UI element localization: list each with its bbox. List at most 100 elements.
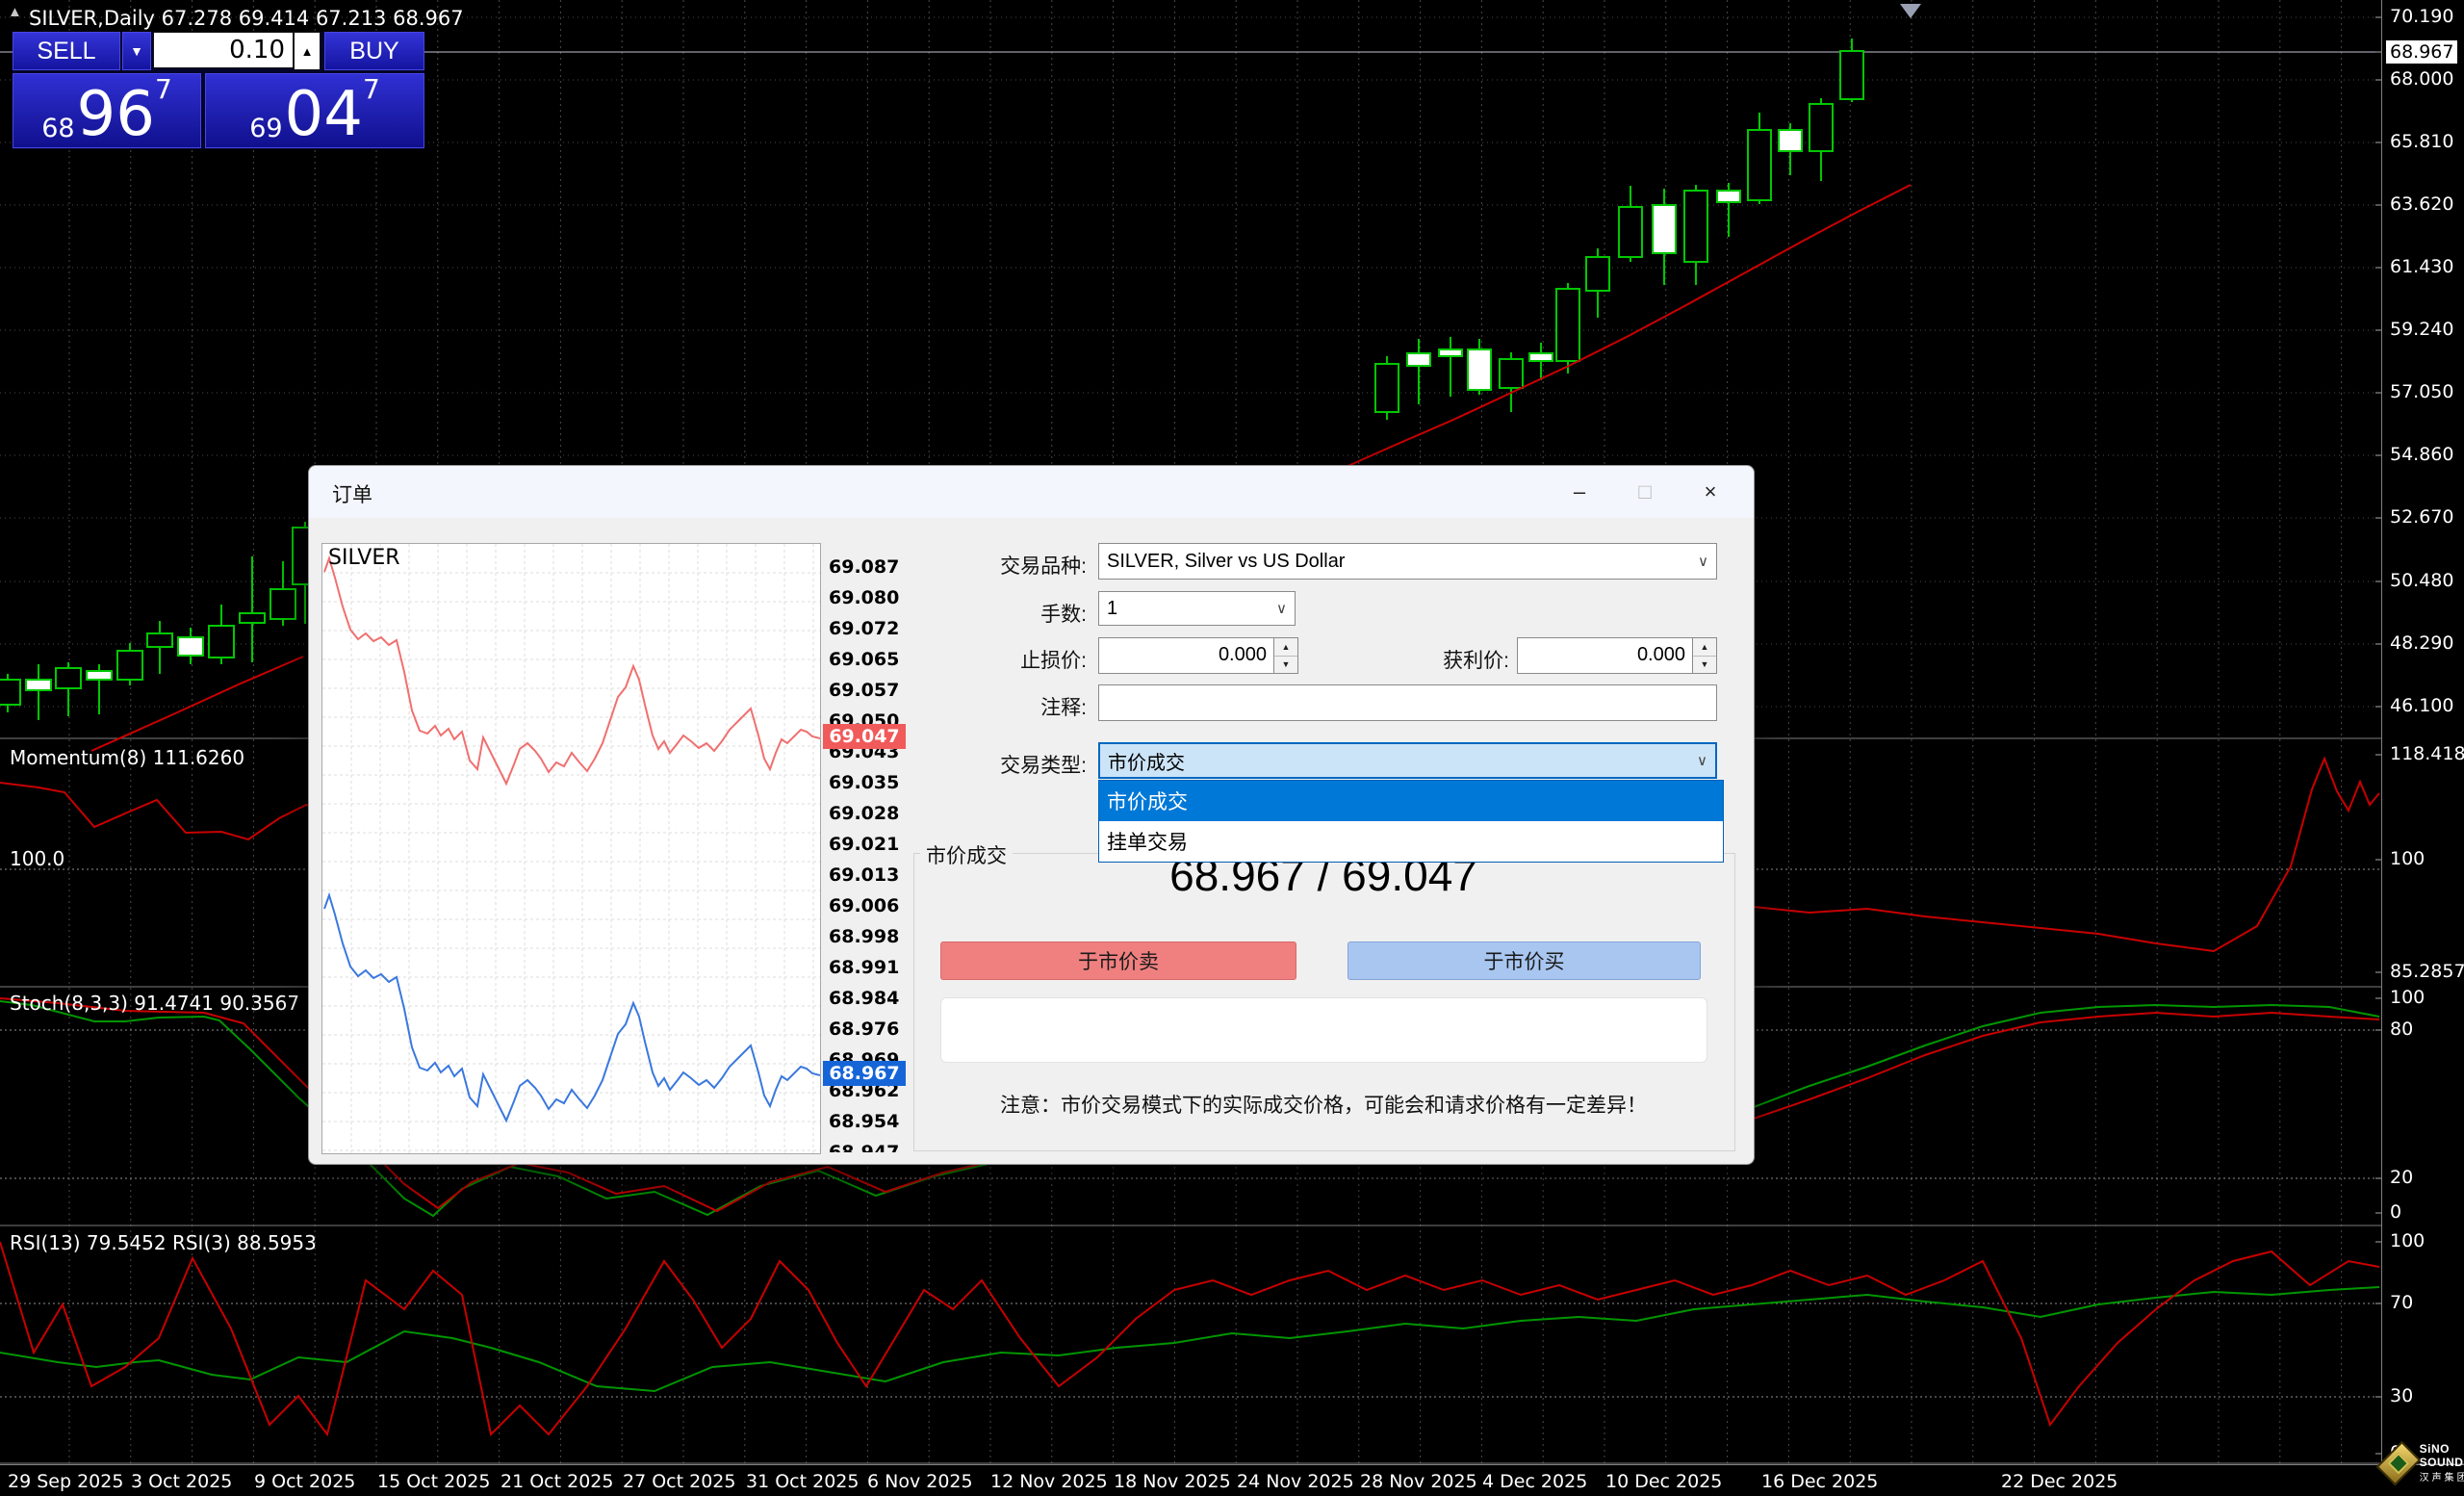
takeprofit-spinner[interactable]: 0.000 ▲ ▼: [1517, 637, 1717, 674]
candle-body: [1810, 104, 1833, 151]
price-axis-label: 0: [2390, 1201, 2401, 1223]
candle-body: [209, 626, 234, 658]
candle-body: [1684, 191, 1707, 262]
momentum-level-label: 100.0: [10, 847, 64, 870]
stoploss-value: 0.000: [1219, 644, 1267, 666]
tick-ask-line: [324, 558, 820, 784]
time-axis-label: 24 Nov 2025: [1237, 1471, 1354, 1492]
ladder-price: 69.021: [829, 834, 899, 855]
ladder-price: 69.013: [829, 864, 899, 886]
candle-body: [87, 671, 112, 680]
buy-by-market-button[interactable]: 于市价买: [1348, 941, 1701, 980]
close-button[interactable]: ×: [1681, 466, 1740, 518]
collapse-arrow-icon[interactable]: ▲: [8, 4, 22, 20]
dropdown-option-market[interactable]: 市价成交: [1099, 781, 1723, 821]
candle-body: [1439, 349, 1462, 356]
time-axis-label: 12 Nov 2025: [990, 1471, 1108, 1492]
symbol-select-value: SILVER, Silver vs US Dollar: [1107, 551, 1345, 573]
symbol-select[interactable]: SILVER, Silver vs US Dollar ∨: [1098, 543, 1717, 580]
price-axis-label: 70: [2390, 1292, 2413, 1313]
spin-down-icon[interactable]: ▼: [1693, 657, 1716, 674]
time-axis-label: 31 Oct 2025: [746, 1471, 859, 1492]
stoploss-field-label: 止损价:: [933, 645, 1087, 674]
time-axis-label: 27 Oct 2025: [623, 1471, 735, 1492]
spin-up-icon[interactable]: ▲: [1693, 638, 1716, 657]
candle-body: [1619, 207, 1642, 257]
logo-text: SiNO SOUND 汉声集团: [2420, 1442, 2464, 1483]
stoch-indicator-label: Stoch(8,3,3) 91.4741 90.3567: [10, 992, 299, 1015]
ask-sup: 7: [363, 76, 380, 103]
tick-bid-line: [324, 895, 820, 1121]
takeprofit-spin-buttons[interactable]: ▲ ▼: [1692, 638, 1716, 673]
candle-body: [26, 680, 51, 690]
bid-big: 96: [77, 88, 155, 142]
candle-body: [1375, 364, 1399, 412]
price-axis-label: 100: [2390, 848, 2425, 869]
candle-body: [1407, 353, 1430, 366]
maximize-button[interactable]: □: [1615, 466, 1675, 518]
order-type-select[interactable]: 市价成交 ∨: [1098, 742, 1717, 779]
time-axis-label: 9 Oct 2025: [254, 1471, 355, 1492]
volume-select[interactable]: 1 ∨: [1098, 591, 1296, 626]
time-axis-label: 28 Nov 2025: [1360, 1471, 1477, 1492]
rsi_fast-line: [0, 1242, 2379, 1434]
bid-sup: 7: [155, 76, 172, 103]
candle-body: [1500, 359, 1523, 388]
stoploss-spinner[interactable]: 0.000 ▲ ▼: [1098, 637, 1298, 674]
candle-body: [1468, 349, 1491, 390]
price-axis-label: 63.620: [2390, 193, 2453, 215]
price-axis-label: 100: [2390, 987, 2425, 1008]
price-axis[interactable]: 70.19068.96768.00065.81063.62061.43059.2…: [2381, 0, 2464, 1463]
sell-button[interactable]: SELL: [13, 32, 120, 70]
ladder-price: 68.998: [829, 926, 899, 947]
price-axis-label: 100: [2390, 1230, 2425, 1251]
time-axis-label: 22 Dec 2025: [2001, 1471, 2118, 1492]
ladder-price: 69.065: [829, 649, 899, 670]
sell-by-market-button[interactable]: 于市价卖: [940, 941, 1296, 980]
symbol-ohlc-header: SILVER,Daily 67.278 69.414 67.213 68.967: [29, 7, 464, 30]
time-axis-label: 10 Dec 2025: [1605, 1471, 1722, 1492]
candle-body: [270, 589, 295, 619]
time-axis-label: 6 Nov 2025: [867, 1471, 973, 1492]
tick-chart-panel: SILVER: [321, 543, 821, 1154]
price-axis-label: 65.810: [2390, 131, 2453, 152]
execution-note: 注意：市价交易模式下的实际成交价格，可能会和请求价格有一定差异！: [913, 1090, 1733, 1119]
chevron-down-icon: ∨: [1698, 553, 1708, 570]
candle-body: [1529, 353, 1553, 361]
ask-price-box[interactable]: 69 04 7: [205, 73, 424, 148]
momentum-indicator-label: Momentum(8) 111.6260: [10, 746, 244, 769]
takeprofit-value: 0.000: [1637, 644, 1685, 666]
comment-input[interactable]: [1098, 684, 1717, 721]
bid-price-box[interactable]: 68 96 7: [13, 73, 201, 148]
price-axis-label: 54.860: [2390, 444, 2453, 465]
buy-button[interactable]: BUY: [324, 32, 424, 70]
candle-body: [1717, 191, 1740, 202]
spin-down-icon[interactable]: ▼: [1274, 657, 1297, 674]
tick-chart-symbol: SILVER: [328, 546, 400, 570]
chevron-down-icon: ∨: [1276, 600, 1287, 617]
price-axis-label: 68.000: [2390, 68, 2453, 90]
trade-panel-row: SELL ▼ ▲ BUY: [13, 32, 424, 70]
bid-price-badge: 68.967: [823, 1061, 906, 1086]
dropdown-option-pending[interactable]: 挂单交易: [1099, 821, 1723, 862]
price-axis-label: 50.480: [2390, 570, 2453, 591]
symbol-field-label: 交易品种:: [933, 551, 1087, 580]
price-axis-label: 70.190: [2390, 6, 2453, 27]
volume-dropdown-icon[interactable]: ▼: [122, 32, 151, 70]
order-type-field-label: 交易类型:: [933, 750, 1087, 779]
volume-input[interactable]: [153, 32, 294, 68]
ladder-price: 69.006: [829, 895, 899, 916]
volume-up-icon[interactable]: ▲: [294, 32, 321, 70]
spin-up-icon[interactable]: ▲: [1274, 638, 1297, 657]
minimize-button[interactable]: –: [1550, 466, 1609, 518]
price-axis-label: 46.100: [2390, 695, 2453, 716]
ladder-price: 69.057: [829, 680, 899, 701]
time-axis-label: 16 Dec 2025: [1761, 1471, 1878, 1492]
ladder-price: 68.976: [829, 1019, 899, 1040]
time-axis-label: 4 Dec 2025: [1482, 1471, 1587, 1492]
candle-body: [240, 613, 265, 623]
time-axis[interactable]: 29 Sep 20253 Oct 20259 Oct 202515 Oct 20…: [0, 1464, 2464, 1496]
time-axis-label: 29 Sep 2025: [8, 1471, 123, 1492]
dialog-titlebar[interactable]: 订单 – □ ×: [309, 466, 1754, 518]
stoploss-spin-buttons[interactable]: ▲ ▼: [1273, 638, 1297, 673]
